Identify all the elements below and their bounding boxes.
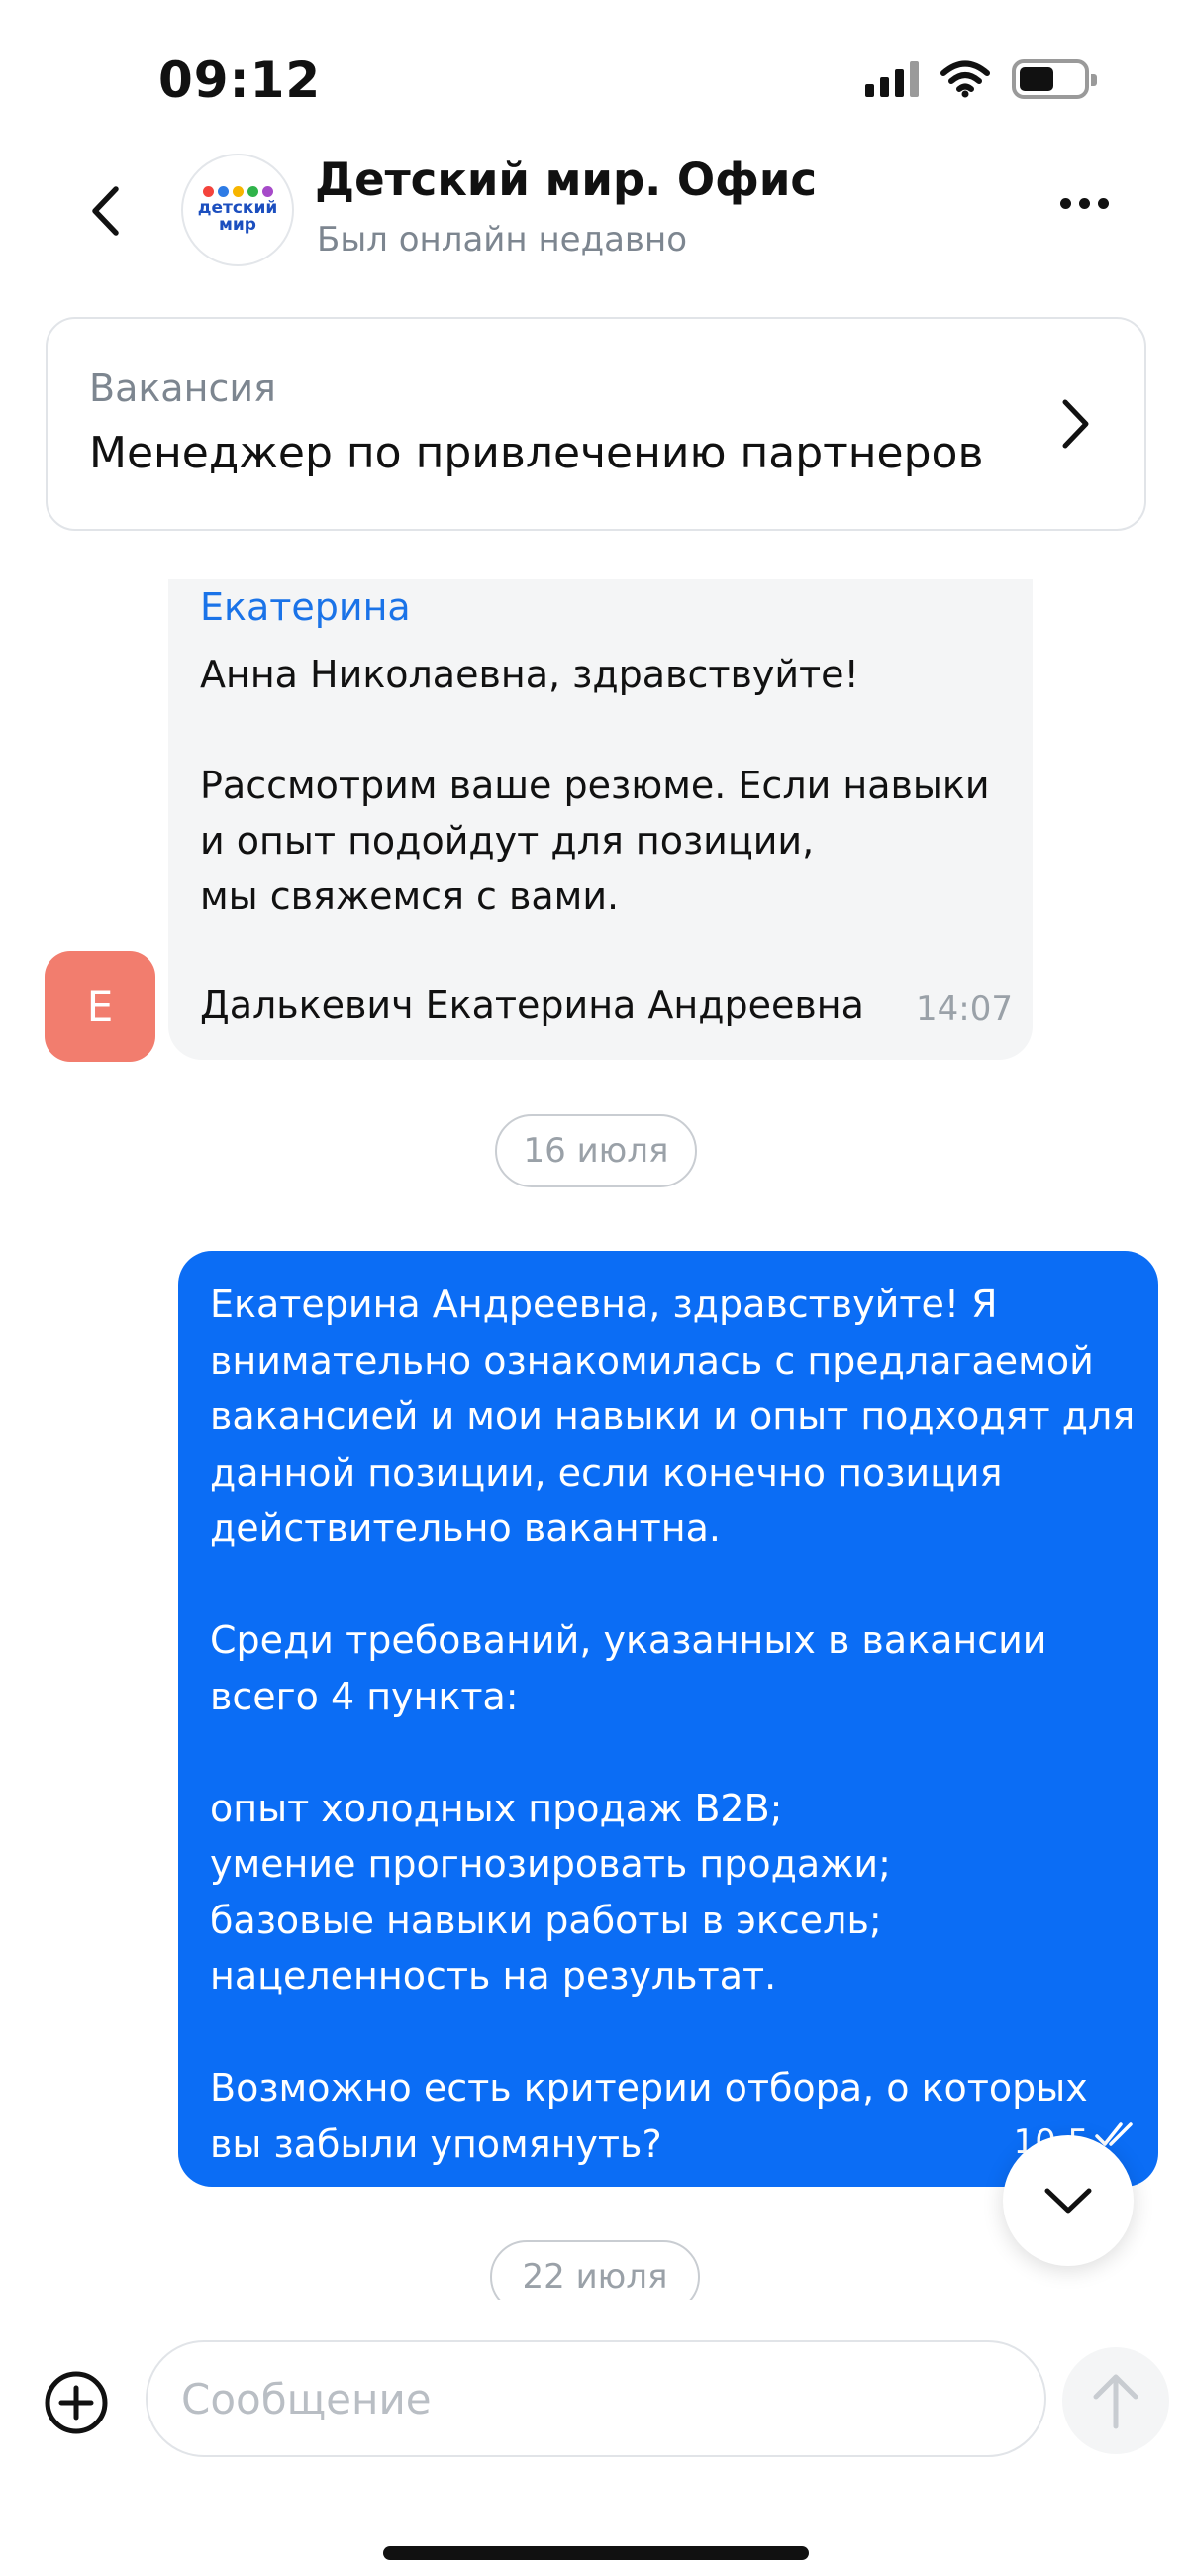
home-indicator[interactable] [383, 2546, 809, 2560]
online-status: Был онлайн недавно [317, 220, 687, 259]
incoming-message-signature: Далькевич Екатерина Андреевна [200, 983, 864, 1027]
send-button[interactable] [1062, 2347, 1169, 2454]
chat-title[interactable]: Детский мир. Офис [315, 154, 817, 206]
logo-dots [202, 186, 273, 197]
more-options-button[interactable] [1060, 198, 1109, 209]
logo-dot [247, 186, 258, 197]
incoming-message-time: 14:07 [916, 989, 1013, 1029]
attach-button[interactable] [44, 2370, 109, 2435]
vacancy-card[interactable]: Вакансия Менеджер по привлечению партнер… [46, 317, 1146, 531]
outgoing-message-text: Екатерина Андреевна, здравствуйте! Я вни… [210, 1283, 1136, 2166]
vacancy-title: Менеджер по привлечению партнеров [89, 428, 984, 478]
incoming-message[interactable]: Екатерина Анна Николаевна, здравствуйте!… [168, 579, 1033, 1060]
battery-icon [1012, 59, 1097, 99]
message-input[interactable] [146, 2340, 1046, 2457]
arrow-up-icon [1093, 2374, 1138, 2429]
status-icons [865, 59, 1097, 99]
logo-text-line2: мир [219, 215, 256, 235]
date-separator: 16 июля [495, 1114, 697, 1187]
chevron-down-icon [1044, 2188, 1092, 2214]
logo-dot [202, 186, 214, 197]
vacancy-label: Вакансия [89, 366, 276, 410]
signal-icon [865, 61, 919, 97]
back-icon [92, 186, 119, 236]
sender-name[interactable]: Екатерина [200, 585, 411, 629]
logo-dot [261, 186, 273, 197]
company-logo[interactable]: детский мир [181, 154, 294, 266]
chat-screen: 09:12 детский мир Детский мир. Офис Был … [0, 0, 1188, 2576]
wifi-icon [940, 60, 990, 98]
logo-dot [217, 186, 229, 197]
incoming-message-text: Анна Николаевна, здравствуйте! Рассмотри… [200, 653, 990, 918]
more-icon [1060, 198, 1071, 209]
scroll-down-button[interactable] [1003, 2135, 1134, 2266]
outgoing-message[interactable]: Екатерина Андреевна, здравствуйте! Я вни… [178, 1251, 1158, 2187]
back-button[interactable] [75, 176, 135, 246]
status-time: 09:12 [158, 52, 322, 109]
sender-avatar[interactable]: Е [45, 951, 155, 1062]
chevron-right-icon [1062, 399, 1089, 449]
logo-dot [232, 186, 244, 197]
